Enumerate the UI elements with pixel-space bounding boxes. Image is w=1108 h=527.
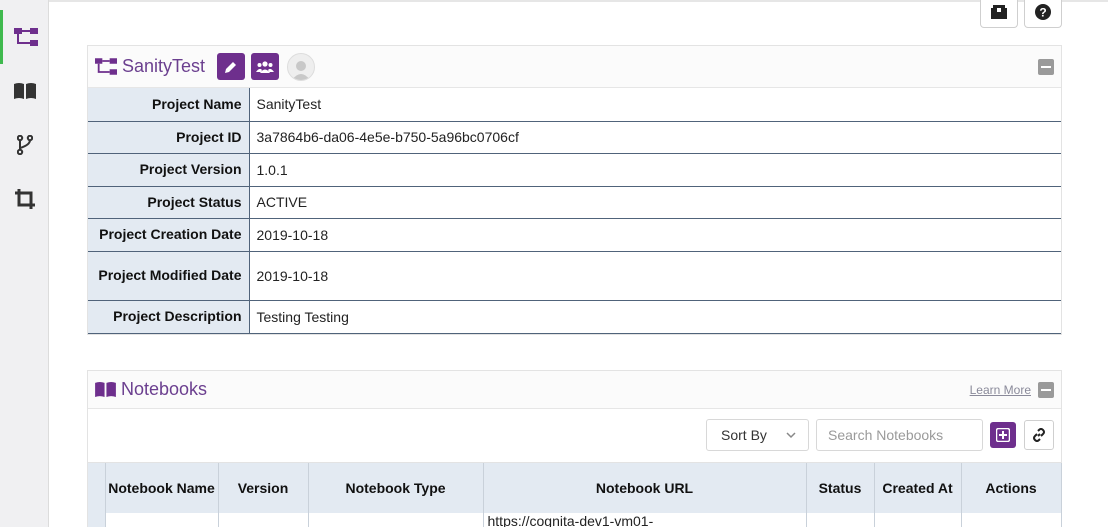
property-value: SanityTest — [249, 88, 1061, 122]
notebooks-toolbar: Sort By — [88, 409, 1061, 463]
notebook-actions-cell[interactable] — [961, 513, 1062, 527]
property-label: Project Creation Date — [88, 218, 250, 252]
sort-by-select[interactable]: Sort By — [706, 419, 809, 451]
property-label: Project Description — [88, 300, 250, 334]
notebooks-title: Notebooks — [121, 379, 208, 399]
edit-project-button[interactable] — [217, 53, 246, 80]
search-notebooks-input[interactable] — [816, 419, 983, 451]
sidebar — [0, 0, 49, 527]
notebooks-panel-header: Notebooks Learn More — [88, 371, 1061, 409]
column-header: Actions — [961, 463, 1062, 513]
column-header[interactable]: Notebook URL — [483, 463, 807, 513]
notebook-url-cell[interactable]: https://cognita-dev1-vm01- — [483, 513, 807, 527]
notebook-type-cell — [308, 513, 484, 527]
column-header — [88, 463, 106, 513]
notebooks-table: Notebook Name Version Notebook Type Note… — [88, 463, 1062, 527]
column-header[interactable]: Created At — [874, 463, 962, 513]
property-label: Project Version — [88, 153, 250, 187]
package-icon — [991, 4, 1007, 19]
notebook-created-cell — [874, 513, 962, 527]
avatar[interactable] — [287, 52, 316, 81]
property-value: 1.0.1 — [249, 153, 1061, 187]
book-icon — [13, 83, 36, 99]
table-row: Project Creation Date 2019-10-18 — [88, 218, 1061, 252]
crop-icon — [14, 189, 35, 209]
table-row: Project Status ACTIVE — [88, 186, 1061, 219]
notebook-name-cell — [105, 513, 219, 527]
main-content: ? SanityTest Project Name SanityTest Pro… — [49, 0, 1108, 527]
property-label: Project Modified Date — [88, 251, 250, 301]
sort-by-label: Sort By — [721, 427, 767, 443]
sidebar-item-notebooks[interactable] — [0, 64, 49, 118]
property-label: Project ID — [88, 121, 250, 154]
collapse-notebooks-button[interactable] — [1038, 382, 1054, 398]
project-title: SanityTest — [122, 56, 206, 76]
help-icon: ? — [1035, 3, 1051, 20]
book-icon — [95, 381, 116, 398]
add-notebook-button[interactable] — [990, 422, 1016, 448]
table-row: Project Name SanityTest — [88, 88, 1061, 122]
table-row: Project Description Testing Testing — [88, 300, 1061, 334]
chevron-down-icon — [786, 432, 796, 439]
property-value: 2019-10-18 — [249, 218, 1061, 252]
users-icon — [256, 60, 275, 73]
project-panel-header: SanityTest — [88, 46, 1061, 88]
top-divider — [49, 0, 1108, 2]
property-label: Project Status — [88, 186, 250, 219]
notebook-status-cell — [806, 513, 875, 527]
column-header[interactable]: Notebook Type — [308, 463, 484, 513]
help-button[interactable]: ? — [1024, 0, 1062, 28]
sidebar-item-pipelines[interactable] — [0, 118, 49, 172]
user-icon — [292, 60, 311, 80]
project-hierarchy-icon — [14, 28, 38, 46]
project-hierarchy-icon — [95, 58, 117, 75]
table-row: Project Version 1.0.1 — [88, 153, 1061, 187]
table-row: Project ID 3a7864b6-da06-4e5e-b750-5a96b… — [88, 121, 1061, 154]
pencil-icon — [225, 61, 237, 73]
link-icon — [1033, 428, 1045, 442]
project-properties-table: Project Name SanityTest Project ID 3a786… — [88, 88, 1061, 334]
property-value: 3a7864b6-da06-4e5e-b750-5a96bc0706cf — [249, 121, 1061, 154]
project-panel: SanityTest Project Name SanityTest Proje… — [87, 45, 1062, 335]
sidebar-item-projects[interactable] — [0, 10, 49, 64]
property-value: 2019-10-18 — [249, 251, 1061, 301]
share-project-button[interactable] — [251, 53, 280, 80]
package-button[interactable] — [980, 0, 1018, 28]
learn-more-link[interactable]: Learn More — [970, 383, 1031, 397]
collapse-project-button[interactable] — [1038, 59, 1054, 75]
plus-square-icon — [996, 428, 1010, 442]
status-badge: ACTIVE — [249, 186, 1061, 219]
sidebar-item-datasets[interactable] — [0, 172, 49, 226]
branch-icon — [16, 135, 33, 155]
row-handle — [88, 513, 106, 527]
column-header[interactable]: Notebook Name — [105, 463, 219, 513]
column-header[interactable]: Version — [218, 463, 309, 513]
minus-icon — [1041, 66, 1051, 68]
link-notebook-button[interactable] — [1024, 420, 1054, 450]
notebooks-panel: Notebooks Learn More Sort By Search Note… — [87, 370, 1062, 527]
notebook-version-cell — [218, 513, 309, 527]
column-header[interactable]: Status — [806, 463, 875, 513]
property-value: Testing Testing — [249, 300, 1061, 334]
table-row: https://cognita-dev1-vm01- — [88, 513, 1062, 527]
minus-icon — [1041, 389, 1051, 391]
table-header-row: Notebook Name Version Notebook Type Note… — [88, 463, 1062, 513]
table-row: Project Modified Date 2019-10-18 — [88, 251, 1061, 301]
svg-text:?: ? — [1039, 5, 1046, 19]
property-label: Project Name — [88, 88, 250, 122]
